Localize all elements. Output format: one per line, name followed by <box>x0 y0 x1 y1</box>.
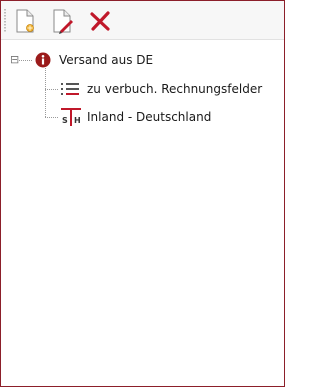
new-document-icon <box>16 9 34 33</box>
tree-node-label: Versand aus DE <box>59 53 154 67</box>
edit-document-icon <box>53 9 73 34</box>
tree-connector <box>45 68 46 117</box>
tax-code-icon-h: H <box>74 116 81 125</box>
tree-node-label: Inland - Deutschland <box>87 110 212 124</box>
tree-node-label: zu verbuch. Rechnungsfelder <box>87 82 263 96</box>
delete-icon <box>90 11 110 31</box>
edit-button[interactable] <box>48 7 76 35</box>
list-icon <box>61 83 79 95</box>
tree-view[interactable]: ⊟ Versand aus DE zu verbuch. Rechnungsfe… <box>1 40 284 386</box>
tax-code-icon: S H <box>61 108 81 126</box>
info-icon <box>35 52 51 68</box>
toolbar-grip[interactable] <box>4 9 6 33</box>
delete-button[interactable] <box>86 7 114 35</box>
new-button[interactable] <box>11 7 39 35</box>
collapse-toggle[interactable]: ⊟ <box>10 54 21 66</box>
window-frame: ⊟ Versand aus DE zu verbuch. Rechnungsfe… <box>0 0 285 387</box>
tree-connector <box>45 117 59 118</box>
tree-node-child[interactable]: S H Inland - Deutschland <box>61 106 211 128</box>
tree-node-child[interactable]: zu verbuch. Rechnungsfelder <box>61 78 262 100</box>
tax-code-icon-s: S <box>62 116 68 125</box>
toolbar <box>1 1 284 40</box>
tree-node-root[interactable]: ⊟ Versand aus DE <box>10 49 153 71</box>
tree-connector <box>45 89 59 90</box>
